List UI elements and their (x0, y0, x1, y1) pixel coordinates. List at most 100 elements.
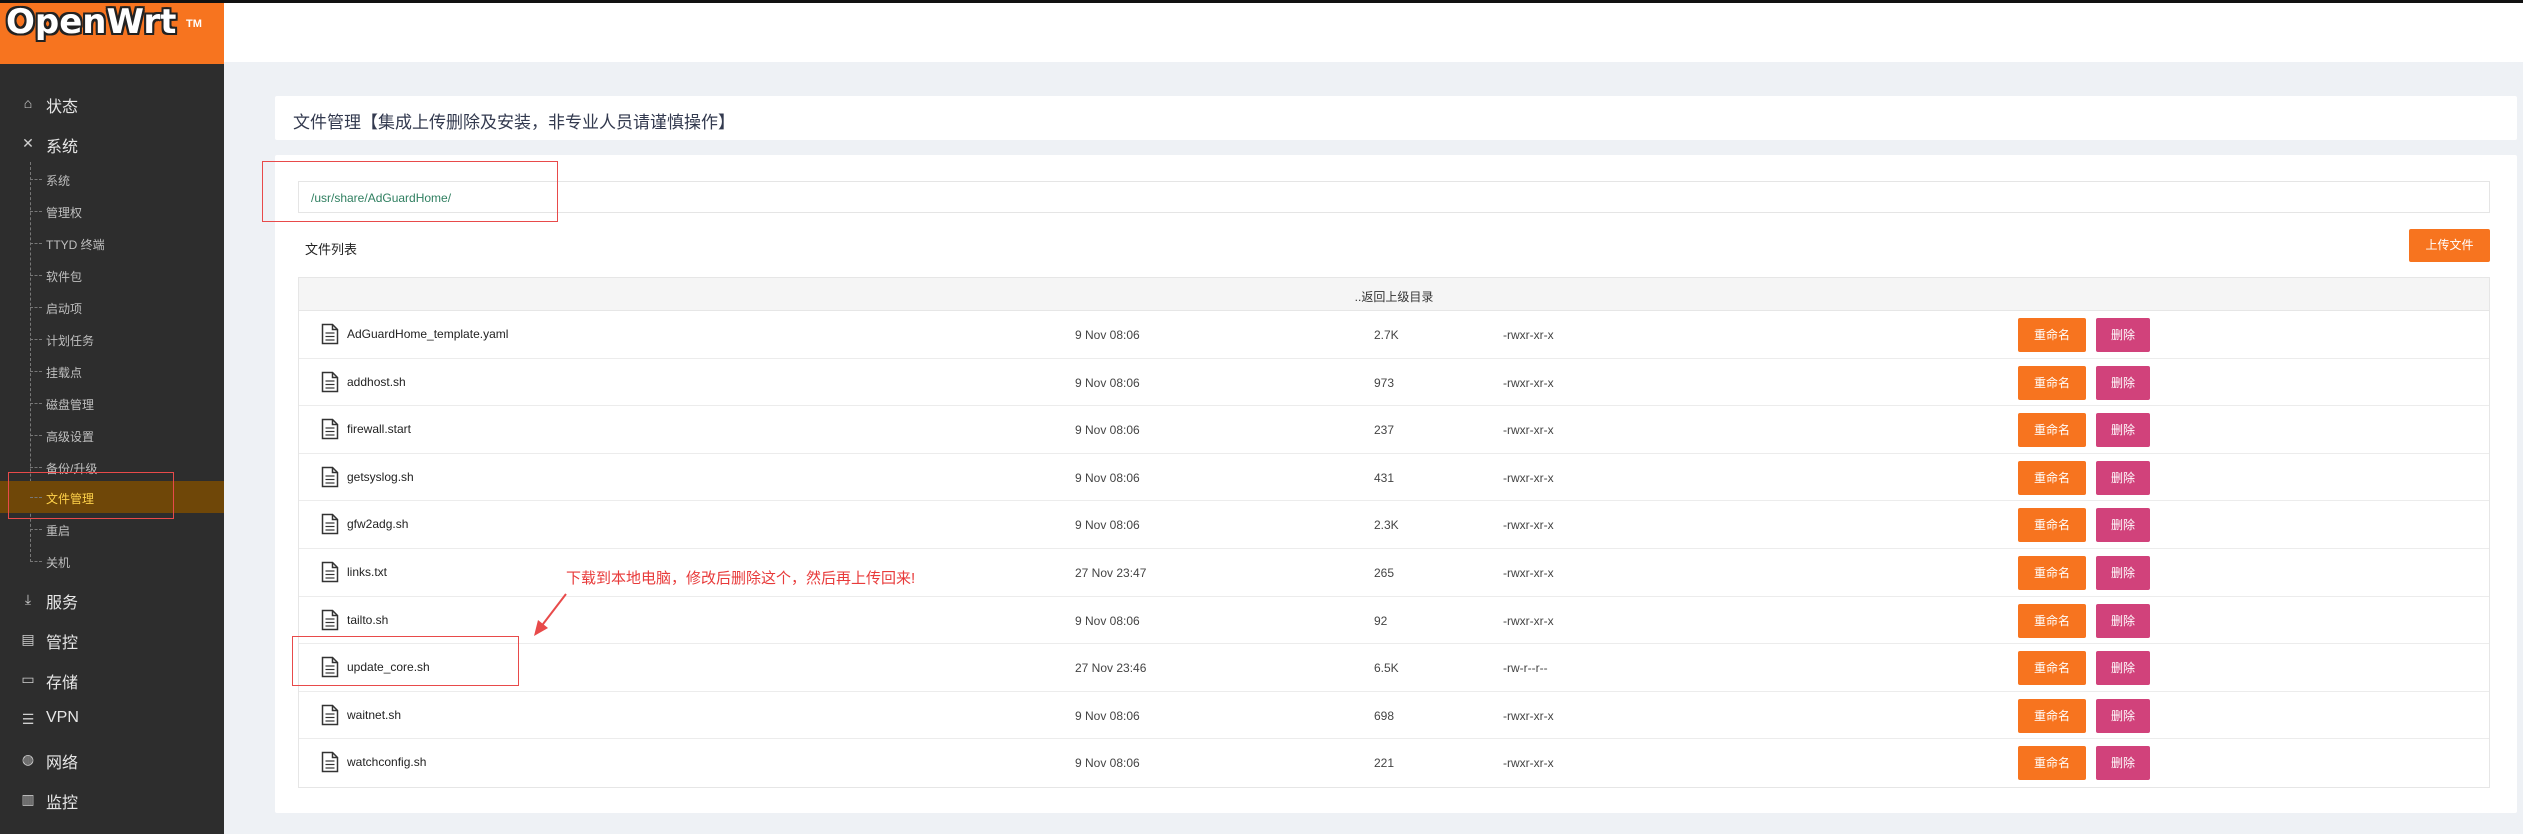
file-size: 265 (1374, 565, 1395, 580)
file-name[interactable]: watchconfig.sh (347, 755, 426, 769)
file-name[interactable]: addhost.sh (347, 375, 406, 389)
sidebar-subitem-7[interactable]: 挂载点 (0, 355, 224, 387)
submenu-dash (30, 307, 42, 308)
sidebar-subitem-1[interactable]: 系统 (0, 163, 224, 195)
sidebar-subitem-2[interactable]: 管理权 (0, 195, 224, 227)
sidebar-item-6[interactable]: ☰ VPN (0, 701, 224, 737)
sidebar-item-8[interactable]: ▥ 监控 (0, 781, 224, 817)
submenu-dash (30, 339, 42, 340)
upload-file-button[interactable]: 上传文件 (2409, 229, 2490, 262)
annotation-box-menu (8, 472, 174, 519)
file-name[interactable]: gfw2adg.sh (347, 517, 408, 531)
file-permissions: -rwxr-xr-x (1503, 470, 1554, 485)
sidebar-subitem-8[interactable]: 磁盘管理 (0, 387, 224, 419)
sidebar-subitem-13[interactable]: 关机 (0, 545, 224, 577)
header-bar (224, 0, 2523, 62)
submenu-dash (30, 403, 42, 404)
file-table: ..返回上级目录 AdGuardHome_template.yaml 9 Nov … (298, 277, 2490, 788)
sidebar-item-5[interactable]: ▭ 存储 (0, 661, 224, 697)
sidebar-item-4[interactable]: ▤ 管控 (0, 621, 224, 657)
sidebar-subitem-label: 挂载点 (46, 366, 83, 380)
delete-button[interactable]: 删除 (2096, 413, 2150, 448)
parent-dir-link[interactable]: ..返回上级目录 (299, 288, 2489, 305)
submenu-dash (30, 561, 42, 562)
file-icon (321, 466, 339, 488)
rename-button[interactable]: 重命名 (2018, 698, 2086, 733)
rename-button[interactable]: 重命名 (2018, 460, 2086, 495)
table-row: watchconfig.sh 9 Nov 08:06 221 -rwxr-xr-x 重命… (299, 739, 2489, 787)
file-icon (321, 514, 339, 535)
file-date: 9 Nov 08:06 (1075, 756, 1140, 771)
file-name[interactable]: waitnet.sh (347, 708, 401, 722)
delete-button[interactable]: 删除 (2096, 460, 2150, 495)
annotation-note: 下载到本地电脑，修改后删除这个，然后再上传回来! (566, 570, 916, 587)
sidebar-item-label: VPN (46, 709, 79, 726)
table-row: AdGuardHome_template.yaml 9 Nov 08:06 2.7K… (299, 311, 2489, 359)
rename-button[interactable]: 重命名 (2018, 746, 2086, 781)
rename-button[interactable]: 重命名 (2018, 318, 2086, 352)
delete-button[interactable]: 删除 (2096, 508, 2150, 543)
tools-icon: ✕ (22, 135, 34, 151)
submenu-dash (30, 275, 42, 276)
top-border-line (0, 0, 2523, 3)
sidebar-item-7[interactable]: ◍ 网络 (0, 741, 224, 777)
sidebar-item-label: 监控 (46, 795, 79, 812)
delete-button[interactable]: 删除 (2096, 698, 2150, 733)
delete-button[interactable]: 删除 (2096, 651, 2150, 686)
sidebar-subitem-9[interactable]: 高级设置 (0, 419, 224, 451)
sidebar-subitem-3[interactable]: TTYD 终端 (0, 227, 224, 259)
sidebar-subitem-label: 关机 (46, 556, 71, 570)
sidebar-item-1[interactable]: ⌂ 状态 (0, 85, 224, 121)
sidebar-subitem-label: 高级设置 (46, 430, 95, 444)
delete-button[interactable]: 删除 (2096, 746, 2150, 781)
file-date: 9 Nov 08:06 (1075, 375, 1140, 390)
sidebar-item-label: 管控 (46, 635, 79, 652)
delete-button[interactable]: 删除 (2096, 603, 2150, 638)
submenu-dash (30, 371, 42, 372)
delete-button[interactable]: 删除 (2096, 318, 2150, 352)
file-permissions: -rw-r--r-- (1503, 661, 1548, 676)
file-name[interactable]: AdGuardHome_template.yaml (347, 327, 508, 341)
annotation-box-file (292, 636, 519, 686)
rename-button[interactable]: 重命名 (2018, 365, 2086, 400)
table-row: addhost.sh 9 Nov 08:06 973 -rwxr-xr-x 重命名 删除 (299, 359, 2489, 407)
file-date: 27 Nov 23:47 (1075, 565, 1147, 580)
parent-dir-row[interactable]: ..返回上级目录 (299, 278, 2489, 311)
sidebar-item-3[interactable]: ⤓ 服务 (0, 581, 224, 617)
file-size: 92 (1374, 613, 1388, 628)
rename-button[interactable]: 重命名 (2018, 651, 2086, 686)
file-list-title: 文件列表 (305, 242, 358, 257)
sidebar-subitem-5[interactable]: 启动项 (0, 291, 224, 323)
annotation-arrow-icon (534, 593, 567, 636)
file-name[interactable]: tailto.sh (347, 613, 388, 627)
file-icon (321, 418, 339, 440)
path-input[interactable]: /usr/share/AdGuardHome/ (298, 181, 2490, 213)
printer-icon: ▭ (21, 671, 35, 687)
rename-button[interactable]: 重命名 (2018, 555, 2086, 590)
sidebar-subitem-label: 启动项 (46, 302, 83, 316)
file-rows: AdGuardHome_template.yaml 9 Nov 08:06 2.7K… (299, 311, 2489, 787)
file-date: 9 Nov 08:06 (1075, 708, 1140, 723)
sidebar-item-label: 状态 (46, 99, 79, 116)
sidebar-subitem-label: 管理权 (46, 206, 83, 220)
download-icon: ⤓ (24, 591, 32, 607)
brand-logo[interactable]: OpenWrt TM (0, 0, 224, 64)
delete-button[interactable]: 删除 (2096, 365, 2150, 400)
file-name[interactable]: getsyslog.sh (347, 470, 414, 484)
sidebar-subitem-label: TTYD 终端 (46, 238, 105, 252)
file-icon (321, 561, 339, 583)
file-size: 221 (1374, 756, 1395, 771)
rename-button[interactable]: 重命名 (2018, 603, 2086, 638)
file-name[interactable]: links.txt (347, 565, 387, 579)
file-name[interactable]: firewall.start (347, 422, 411, 436)
file-permissions: -rwxr-xr-x (1503, 708, 1554, 723)
delete-button[interactable]: 删除 (2096, 555, 2150, 590)
sidebar-subitem-6[interactable]: 计划任务 (0, 323, 224, 355)
sidebar-item-2[interactable]: ✕ 系统 (0, 125, 224, 161)
rename-button[interactable]: 重命名 (2018, 508, 2086, 543)
sidebar-subitem-4[interactable]: 软件包 (0, 259, 224, 291)
chart-icon: ▥ (21, 791, 35, 807)
file-icon (321, 704, 339, 725)
table-row: tailto.sh 9 Nov 08:06 92 -rwxr-xr-x 重命名 删除 (299, 597, 2489, 645)
rename-button[interactable]: 重命名 (2018, 413, 2086, 448)
